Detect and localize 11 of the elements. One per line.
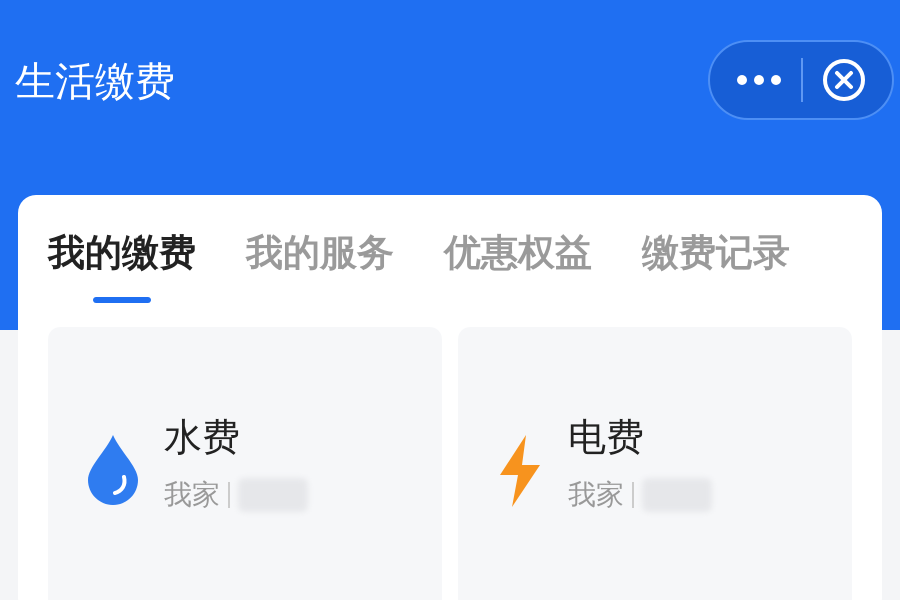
account-name: 我家 [568, 476, 624, 512]
account-name: 我家 [164, 476, 220, 512]
more-icon[interactable] [736, 74, 782, 86]
bill-card[interactable]: 电费 我家 [458, 326, 852, 600]
close-icon[interactable] [822, 58, 866, 102]
page-title: 生活缴费 [15, 58, 175, 107]
bill-name: 电费 [568, 414, 645, 460]
tab[interactable]: 我的缴费 [48, 225, 196, 302]
bill-card[interactable]: 水费 我家 [48, 326, 442, 600]
bill-name: 水费 [164, 414, 241, 460]
water-drop-icon [86, 432, 140, 504]
